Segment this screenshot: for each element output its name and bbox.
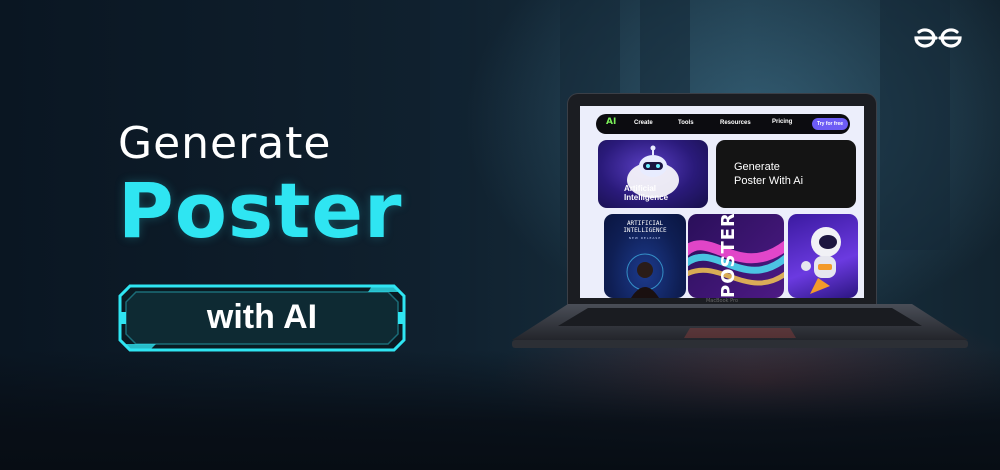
ai-card-label: Artificial Intelligence bbox=[624, 184, 668, 202]
laptop-base bbox=[512, 304, 968, 350]
hero-title-line1: Generate bbox=[118, 118, 332, 169]
try-for-free-button[interactable]: Try for free bbox=[812, 118, 848, 130]
generate-poster-card[interactable]: Generate Poster With Ai bbox=[716, 140, 856, 208]
ai-card-label-line1: Artificial bbox=[624, 184, 657, 193]
poster-word: POSTER bbox=[718, 214, 739, 298]
nav-item-resources[interactable]: Resources bbox=[720, 120, 751, 126]
ai-release-poster-card[interactable]: ARTIFICIAL INTELLIGENCE NEW RELEASE bbox=[604, 214, 686, 298]
nav-item-pricing[interactable]: Pricing bbox=[772, 119, 792, 125]
nav-item-tools[interactable]: Tools bbox=[678, 120, 694, 126]
app-logo[interactable]: AI bbox=[606, 117, 616, 127]
with-ai-badge: with AI bbox=[116, 282, 408, 354]
ai-poster-card[interactable]: Artificial Intelligence bbox=[598, 140, 708, 208]
laptop-lid: AI Create Tools Resources Pricing Try fo… bbox=[568, 94, 876, 306]
floor bbox=[0, 350, 1000, 470]
geeksforgeeks-logo-icon bbox=[912, 26, 964, 50]
app-navbar: AI Create Tools Resources Pricing Try fo… bbox=[596, 114, 850, 134]
astronaut-robot-icon bbox=[801, 227, 841, 294]
robot-poster-card[interactable] bbox=[788, 214, 858, 298]
generate-card-line1: Generate bbox=[734, 161, 780, 173]
generate-card-label: Generate Poster With Ai bbox=[734, 160, 803, 188]
background-building bbox=[430, 0, 470, 300]
person-icon bbox=[626, 253, 664, 298]
nav-item-create[interactable]: Create bbox=[634, 120, 653, 126]
hero-title-line2: Poster bbox=[118, 166, 403, 255]
poster-card[interactable]: POSTER bbox=[688, 214, 784, 298]
generate-card-line2: Poster With Ai bbox=[734, 175, 804, 187]
badge-label: with AI bbox=[206, 298, 318, 336]
ai-card-label-line2: Intelligence bbox=[624, 193, 669, 202]
laptop-screen: AI Create Tools Resources Pricing Try fo… bbox=[580, 106, 864, 298]
